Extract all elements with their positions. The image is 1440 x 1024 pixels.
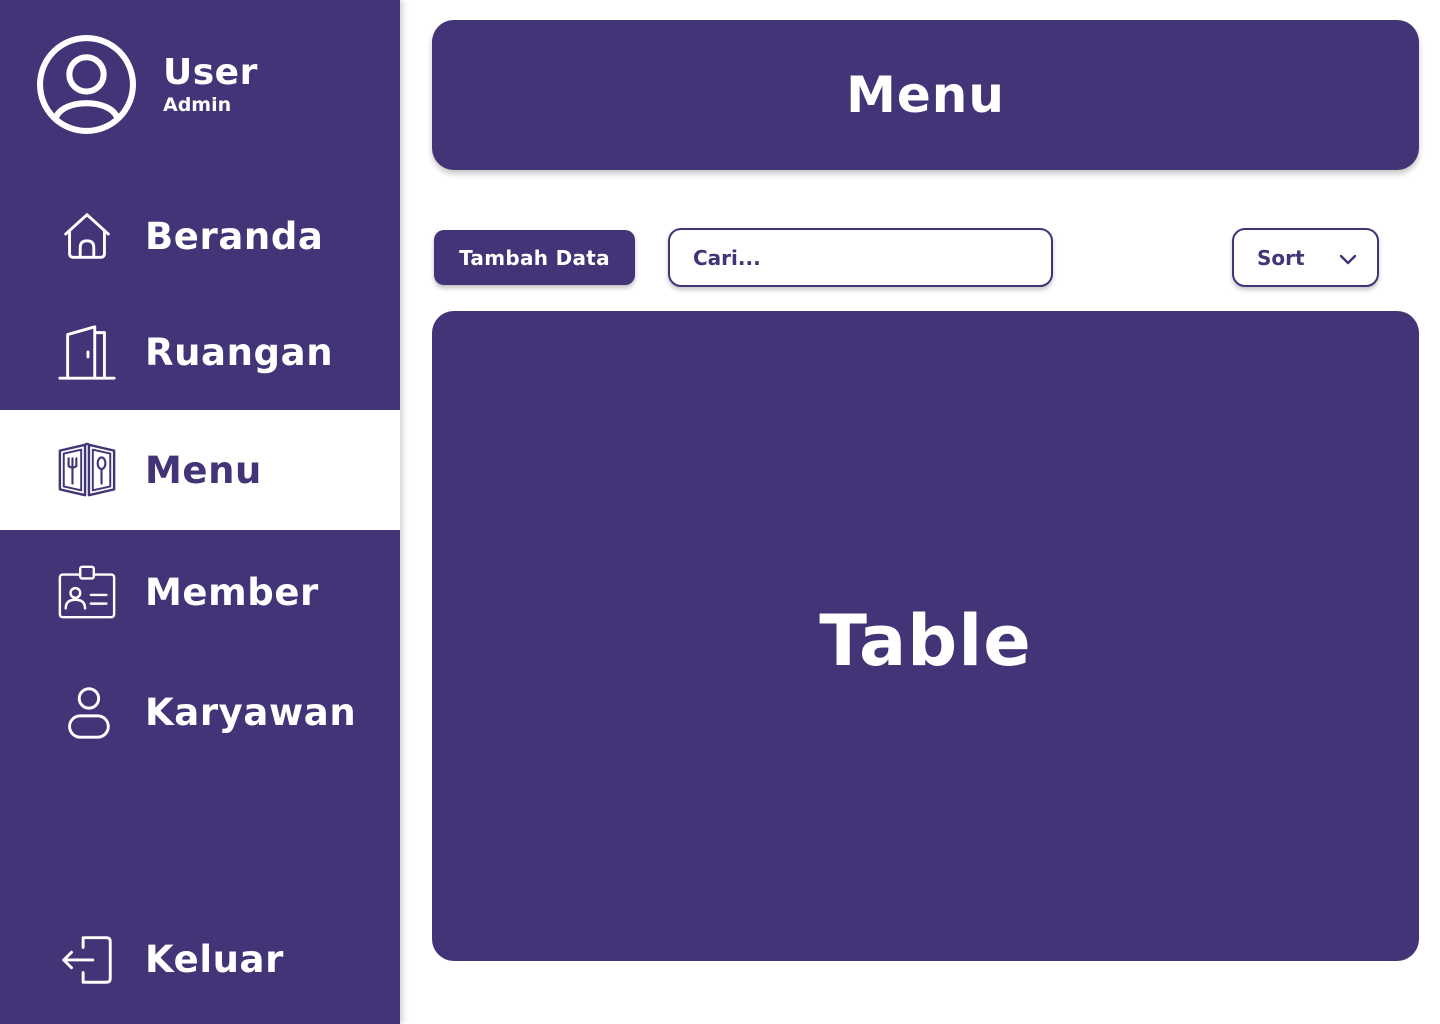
chevron-down-icon [1339,254,1357,265]
page-title: Menu [846,66,1005,124]
id-card-icon [56,561,118,623]
user-avatar-icon [37,35,136,134]
menu-book-icon [56,439,118,501]
table-placeholder: Table [819,600,1032,682]
sort-label: Sort [1257,245,1305,270]
sort-dropdown[interactable]: Sort [1232,228,1379,287]
sidebar-item-label: Menu [145,448,262,492]
page-header: Menu [432,20,1419,170]
sidebar-item-beranda[interactable]: Beranda [0,176,400,296]
door-icon [56,321,118,383]
table-panel: Table [432,311,1419,961]
sidebar-item-menu[interactable]: Menu [0,410,400,530]
sidebar: User Admin Beranda Ruangan Menu Member K… [0,0,400,1024]
logout-button[interactable]: Keluar [0,899,400,1019]
logout-icon [56,928,118,990]
user-role: Admin [163,93,232,116]
search-box [668,228,1053,287]
sidebar-item-member[interactable]: Member [0,532,400,652]
add-data-button[interactable]: Tambah Data [434,230,635,285]
user-text: User Admin [163,51,258,116]
sidebar-item-karyawan[interactable]: Karyawan [0,652,400,772]
sidebar-item-label: Member [145,570,319,614]
person-icon [56,681,118,743]
sidebar-item-ruangan[interactable]: Ruangan [0,292,400,412]
sidebar-item-label: Ruangan [145,330,334,374]
user-profile: User Admin [36,34,258,135]
search-input[interactable] [691,244,1051,271]
sidebar-item-label: Karyawan [145,690,357,734]
sidebar-item-label: Beranda [145,214,324,258]
home-icon [56,205,118,267]
logout-label: Keluar [145,937,284,981]
user-name: User [163,51,258,93]
